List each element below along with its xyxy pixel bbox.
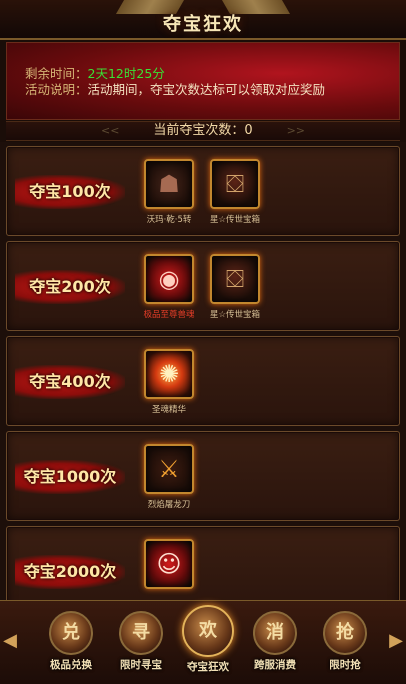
- nav-right-arrow-icon[interactable]: ▶: [388, 631, 404, 651]
- reward-item[interactable]: ⛋ 星☆传世宝箱: [207, 159, 263, 225]
- page-title: 夺宝狂欢: [163, 14, 243, 35]
- tier-label: 夺宝1000次: [15, 460, 125, 494]
- tier-row: 夺宝200次 ◉ 极品至尊兽魂 ⛋ 星☆传世宝箱: [6, 241, 400, 331]
- tier-row: 夺宝1000次 ⚔ 烈焰屠龙刀: [6, 431, 400, 521]
- reward-item-name: 烈焰屠龙刀: [147, 500, 191, 510]
- event-description-value: 活动期间，夺宝次数达标可以领取对应奖励: [87, 82, 326, 97]
- tab-label: 限时抢: [329, 659, 361, 671]
- gift-box-icon: 消: [253, 611, 297, 655]
- tier-label: 夺宝400次: [15, 365, 125, 399]
- reward-item[interactable]: ◉ 极品至尊兽魂: [141, 254, 197, 320]
- gold-coins-icon: 抢: [323, 611, 367, 655]
- tab-cross-server-spend[interactable]: 消 跨服消费: [244, 611, 306, 679]
- exchange-scroll-icon: 兑: [49, 611, 93, 655]
- reward-item-name: 沃玛·乾·5转: [146, 215, 192, 225]
- current-count-text: 当前夺宝次数：0: [153, 123, 253, 138]
- tab-label: 极品兑换: [50, 659, 92, 671]
- reward-item-name: 星☆传世宝箱: [209, 310, 261, 320]
- treasure-chest-icon: 寻: [119, 611, 163, 655]
- tab-label: 夺宝狂欢: [187, 661, 229, 673]
- reward-item[interactable]: ⛋ 星☆传世宝箱: [207, 254, 263, 320]
- tab-flash-sale[interactable]: 抢 限时抢: [314, 611, 376, 679]
- reward-item[interactable]: ✺ 圣魂精华: [141, 349, 197, 415]
- reward-item-name: 圣魂精华: [151, 405, 186, 415]
- reward-item-name: 极品至尊兽魂: [143, 310, 195, 320]
- tier-row: 夺宝400次 ✺ 圣魂精华: [6, 336, 400, 426]
- event-banner: 剩余时间：2天12时25分 活动说明：活动期间，夺宝次数达标可以领取对应奖励: [6, 42, 400, 120]
- demon-helmet-icon: ☗: [144, 159, 194, 209]
- tab-treasure-carnival[interactable]: 欢 夺宝狂欢: [177, 605, 239, 673]
- tier-row: 夺宝100次 ☗ 沃玛·乾·5转 ⛋ 星☆传世宝箱: [6, 146, 400, 236]
- event-description-row: 活动说明：活动期间，夺宝次数达标可以领取对应奖励: [25, 79, 325, 98]
- holy-soul-essence-icon: ✺: [144, 349, 194, 399]
- reward-tier-list[interactable]: 夺宝100次 ☗ 沃玛·乾·5转 ⛋ 星☆传世宝箱 夺宝200次 ◉ 极品至尊兽…: [0, 142, 406, 600]
- tab-timed-treasure[interactable]: 寻 限时寻宝: [110, 611, 172, 679]
- chevron-right-icon: >>: [286, 124, 305, 137]
- tier-label: 夺宝100次: [15, 175, 125, 209]
- tab-label: 跨服消费: [254, 659, 296, 671]
- tab-exchange[interactable]: 兑 极品兑换: [40, 611, 102, 679]
- header: 夺宝狂欢: [0, 0, 406, 40]
- reward-item-name: 星☆传世宝箱: [209, 215, 261, 225]
- tier-label: 夺宝200次: [15, 270, 125, 304]
- reward-item[interactable]: ⚔ 烈焰屠龙刀: [141, 444, 197, 510]
- flame-dragon-blade-icon: ⚔: [144, 444, 194, 494]
- nav-left-arrow-icon[interactable]: ◀: [2, 631, 18, 651]
- dragon-treasure-chest-icon: ⛋: [210, 159, 260, 209]
- chevron-left-icon: <<: [101, 124, 120, 137]
- tier-row: 夺宝2000次 ☺: [6, 526, 400, 600]
- dragon-treasure-chest-icon: ⛋: [210, 254, 260, 304]
- red-beast-soul-icon: ◉: [144, 254, 194, 304]
- reward-item[interactable]: ☗ 沃玛·乾·5转: [141, 159, 197, 225]
- carnival-scroll-icon: 欢: [182, 605, 234, 657]
- current-count-bar: << 当前夺宝次数：0 >>: [6, 121, 400, 141]
- tab-label: 限时寻宝: [120, 659, 162, 671]
- reward-item[interactable]: ☺: [141, 539, 197, 593]
- tier-label: 夺宝2000次: [15, 555, 125, 589]
- warrior-portrait-icon: ☺: [144, 539, 194, 589]
- event-description-label: 活动说明：: [25, 82, 88, 97]
- bottom-nav: ◀ 兑 极品兑换 寻 限时寻宝 欢 夺宝狂欢 消 跨服消费 抢 限时抢 ▶: [0, 600, 406, 684]
